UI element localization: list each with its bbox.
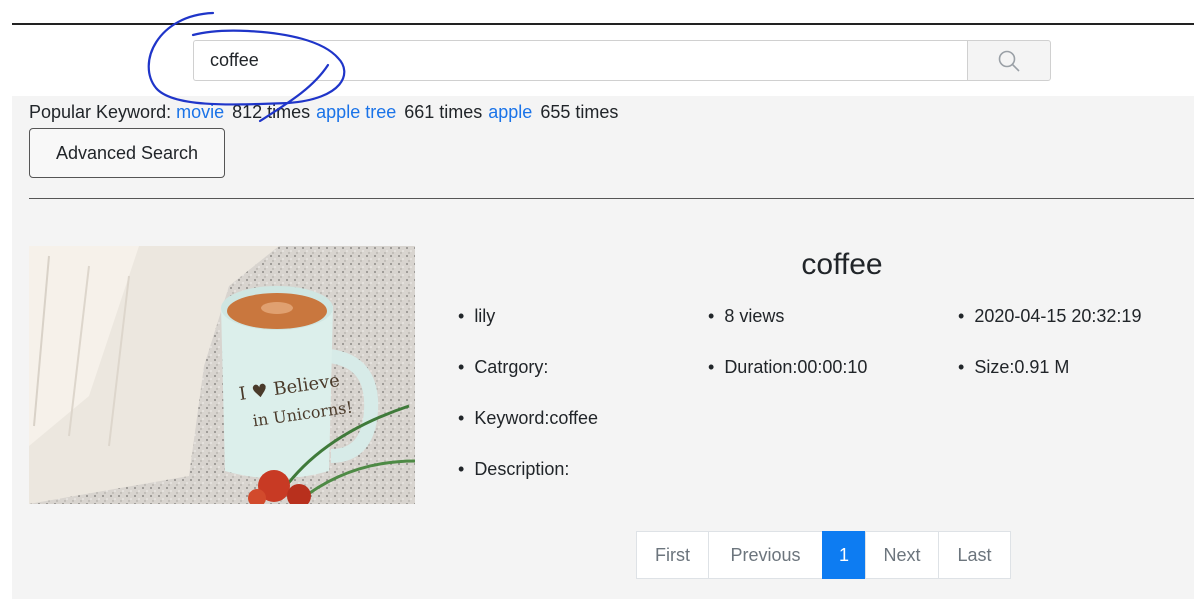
page-first-button[interactable]: First xyxy=(636,531,709,579)
page-previous-button[interactable]: Previous xyxy=(708,531,823,579)
popular-keyword-link[interactable]: apple xyxy=(488,102,532,122)
pagination: First Previous 1 Next Last xyxy=(636,531,1011,579)
popular-keyword-count: 655 times xyxy=(540,102,619,122)
popular-keyword-count: 812 times xyxy=(232,102,311,122)
result-category: Catrgory: xyxy=(458,357,548,378)
popular-keyword-link[interactable]: apple tree xyxy=(316,102,396,122)
result-title[interactable]: coffee xyxy=(632,248,1052,282)
search-icon xyxy=(998,50,1020,72)
search-input[interactable] xyxy=(193,40,968,81)
result-thumbnail[interactable]: I ♥ Believe in Unicorns! xyxy=(29,246,415,504)
popular-keywords: Popular Keyword: movie 812 times apple tre… xyxy=(29,102,624,123)
result-views: 8 views xyxy=(708,306,784,327)
advanced-search-button[interactable]: Advanced Search xyxy=(29,128,225,178)
result-duration: Duration:00:00:10 xyxy=(708,357,867,378)
result-description: Description: xyxy=(458,459,569,480)
result-keyword: Keyword:coffee xyxy=(458,408,598,429)
result-author: lily xyxy=(458,306,495,327)
top-divider xyxy=(12,23,1194,25)
search-button[interactable] xyxy=(967,40,1051,81)
popular-keyword-count: 661 times xyxy=(404,102,483,122)
content-panel: Popular Keyword: movie 812 times apple tre… xyxy=(12,96,1194,599)
result-size: Size:0.91 M xyxy=(958,357,1069,378)
section-divider xyxy=(29,198,1194,199)
page-next-button[interactable]: Next xyxy=(865,531,939,579)
popular-keyword-link[interactable]: movie xyxy=(176,102,224,122)
coffee-mug-image: I ♥ Believe in Unicorns! xyxy=(29,246,415,504)
result-date: 2020-04-15 20:32:19 xyxy=(958,306,1141,327)
page-current-button[interactable]: 1 xyxy=(822,531,866,579)
popular-label: Popular Keyword: xyxy=(29,102,172,122)
page-last-button[interactable]: Last xyxy=(938,531,1011,579)
